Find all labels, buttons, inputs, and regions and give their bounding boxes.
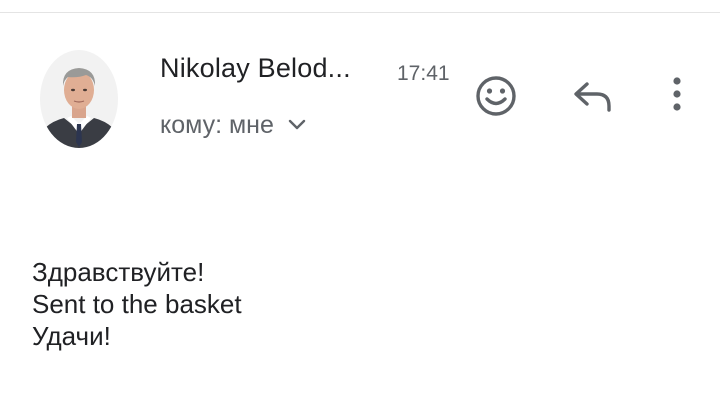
reply-icon (574, 82, 611, 112)
message-body: Здравствуйте! Sent to the basket Удачи! (32, 256, 242, 352)
add-reaction-button[interactable] (472, 72, 520, 120)
sender-avatar[interactable] (40, 50, 118, 148)
recipient-details-toggle[interactable]: кому: мне (160, 109, 306, 141)
chevron-down-icon (288, 119, 306, 130)
message-time: 17:41 (397, 62, 450, 85)
reply-button[interactable] (568, 74, 616, 118)
more-vert-icon (673, 77, 681, 111)
top-divider (0, 12, 720, 13)
more-options-button[interactable] (660, 70, 694, 118)
sender-avatar-photo (40, 50, 118, 148)
message-body-line: Удачи! (32, 321, 111, 351)
recipient-label: кому: мне (160, 110, 274, 139)
message-body-line: Sent to the basket (32, 289, 242, 319)
message-body-line: Здравствуйте! (32, 257, 205, 287)
add-reaction-icon (476, 76, 516, 116)
sender-name[interactable]: Nikolay Belod... (160, 53, 351, 84)
